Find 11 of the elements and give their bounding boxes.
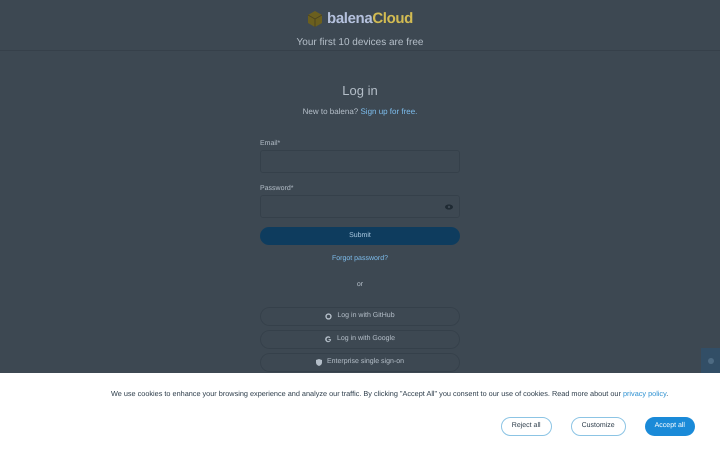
logo-wordmark: balenaCloud bbox=[327, 9, 413, 29]
letter-g-icon bbox=[325, 336, 332, 343]
cube-logo-icon bbox=[307, 10, 324, 28]
tagline: Your first 10 devices are free bbox=[296, 36, 424, 50]
shield-icon bbox=[316, 359, 322, 366]
signup-link[interactable]: Sign up for free. bbox=[360, 107, 418, 116]
page-title: Log in bbox=[342, 84, 378, 97]
password-field[interactable] bbox=[260, 195, 460, 218]
eye-icon[interactable] bbox=[445, 204, 453, 210]
signup-prompt: New to balena? Sign up for free. bbox=[302, 106, 418, 118]
side-tab[interactable] bbox=[701, 348, 720, 373]
